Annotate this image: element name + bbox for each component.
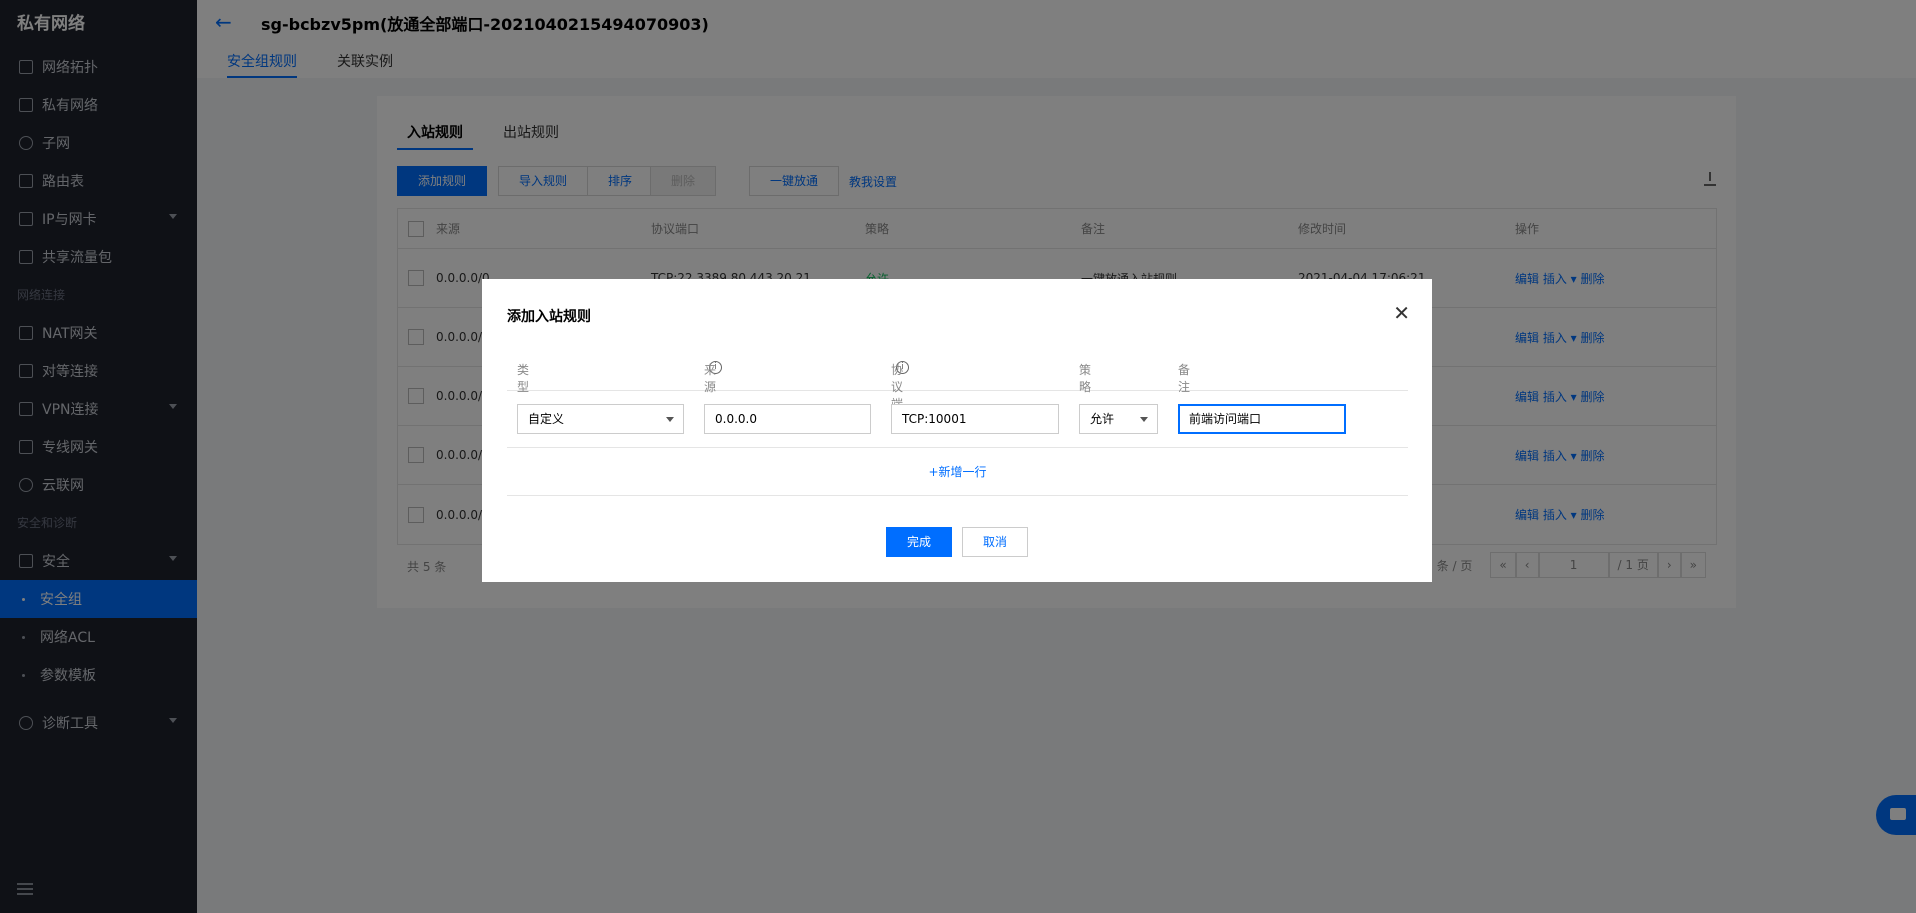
dialog-table-header: 类型 来源i 协议端口i 策略 备注 — [507, 361, 1408, 428]
chevron-down-icon — [666, 417, 674, 422]
dialog-rule-row: 自定义 0.0.0.0 TCP:10001 允许 前端访问端口 — [507, 392, 1408, 448]
type-select[interactable]: 自定义 — [517, 404, 684, 434]
header-port: 协议端口i — [891, 361, 909, 428]
policy-select[interactable]: 允许 — [1079, 404, 1158, 434]
note-input[interactable]: 前端访问端口 — [1178, 404, 1346, 434]
close-icon[interactable]: ✕ — [1393, 303, 1410, 323]
header-source: 来源 i — [704, 361, 722, 394]
add-row-link[interactable]: +新增一行 — [507, 449, 1408, 496]
port-input[interactable]: TCP:10001 — [891, 404, 1059, 434]
chevron-down-icon — [1140, 417, 1148, 422]
cancel-button[interactable]: 取消 — [962, 527, 1028, 557]
dialog-title: 添加入站规则 — [507, 309, 591, 325]
source-input[interactable]: 0.0.0.0 — [704, 404, 871, 434]
type-select-value: 自定义 — [528, 412, 565, 426]
policy-select-value: 允许 — [1090, 412, 1115, 426]
add-inbound-rule-dialog: 添加入站规则 ✕ 类型 来源i 协议端口i 策略 备注 自定义 0.0.0.0 … — [482, 279, 1432, 582]
confirm-button[interactable]: 完成 — [886, 527, 952, 557]
